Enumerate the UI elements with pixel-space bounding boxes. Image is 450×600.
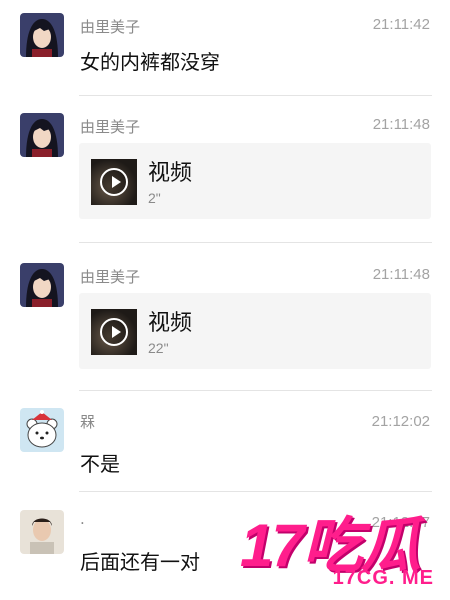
avatar[interactable] <box>20 263 64 307</box>
divider <box>79 491 432 492</box>
avatar[interactable] <box>20 408 64 452</box>
photo-avatar-icon <box>20 510 64 554</box>
cartoon-bear-avatar-icon <box>20 408 64 452</box>
video-thumbnail[interactable] <box>91 159 137 205</box>
video-duration: 2" <box>148 190 161 206</box>
anime-girl-avatar-icon <box>20 13 64 57</box>
divider <box>79 390 432 391</box>
message-text: 不是 <box>80 452 120 476</box>
sender-name: 由里美子 <box>80 118 141 136</box>
video-title: 视频 <box>148 161 193 186</box>
video-title: 视频 <box>148 311 193 336</box>
video-duration: 22" <box>148 340 169 356</box>
avatar[interactable] <box>20 510 64 554</box>
sender-name: 槑 <box>80 413 96 431</box>
video-message-card[interactable]: 视频 2" <box>79 143 431 219</box>
message-text: 女的内裤都没穿 <box>80 50 220 74</box>
anime-girl-avatar-icon <box>20 113 64 157</box>
avatar[interactable] <box>20 113 64 157</box>
video-thumbnail[interactable] <box>91 309 137 355</box>
play-icon[interactable] <box>100 168 128 196</box>
avatar[interactable] <box>20 13 64 57</box>
watermark-logo: 17吃瓜 17CG. ME <box>240 497 440 592</box>
sender-name: . <box>80 510 85 528</box>
sender-name: 由里美子 <box>80 268 141 286</box>
message-time: 21:11:42 <box>372 16 430 33</box>
sender-name: 由里美子 <box>80 18 141 36</box>
anime-girl-avatar-icon <box>20 263 64 307</box>
divider <box>79 242 432 243</box>
divider <box>79 95 432 96</box>
message-text: 后面还有一对 <box>80 550 200 574</box>
play-icon[interactable] <box>100 318 128 346</box>
video-message-card[interactable]: 视频 22" <box>79 293 431 369</box>
message-time: 21:11:48 <box>372 266 430 283</box>
message-time: 21:11:48 <box>372 116 430 133</box>
message-time: 21:12:02 <box>371 413 430 430</box>
watermark-small: 17CG. ME <box>332 567 434 589</box>
